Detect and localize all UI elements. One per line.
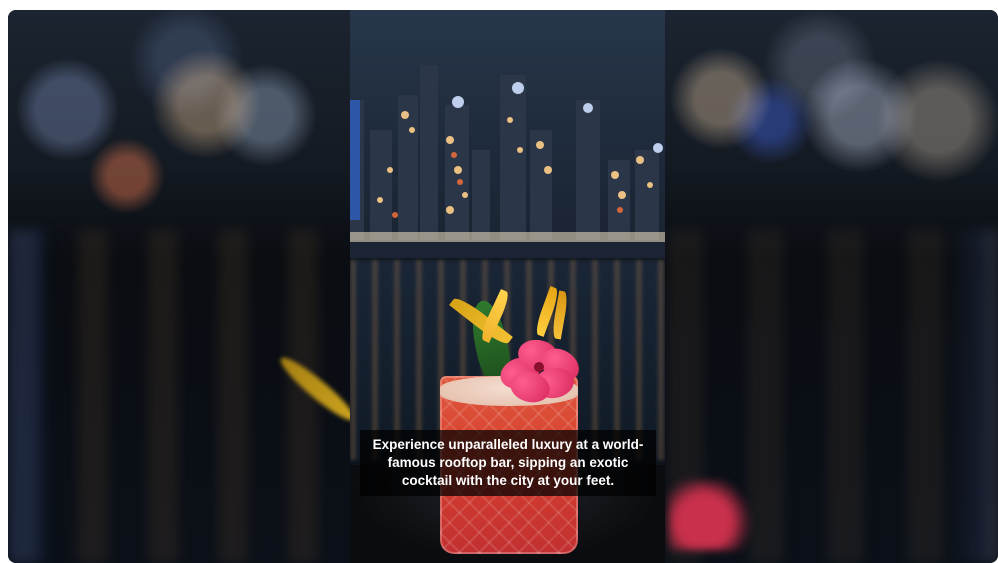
city-skyline-icon <box>350 65 665 258</box>
video-caption: Experience unparalleled luxury at a worl… <box>360 430 656 496</box>
hibiscus-flower-icon <box>496 336 585 407</box>
blurred-reflection-left <box>8 230 348 563</box>
blurred-petal <box>668 480 758 550</box>
video-player[interactable]: Experience unparalleled luxury at a worl… <box>8 10 998 563</box>
